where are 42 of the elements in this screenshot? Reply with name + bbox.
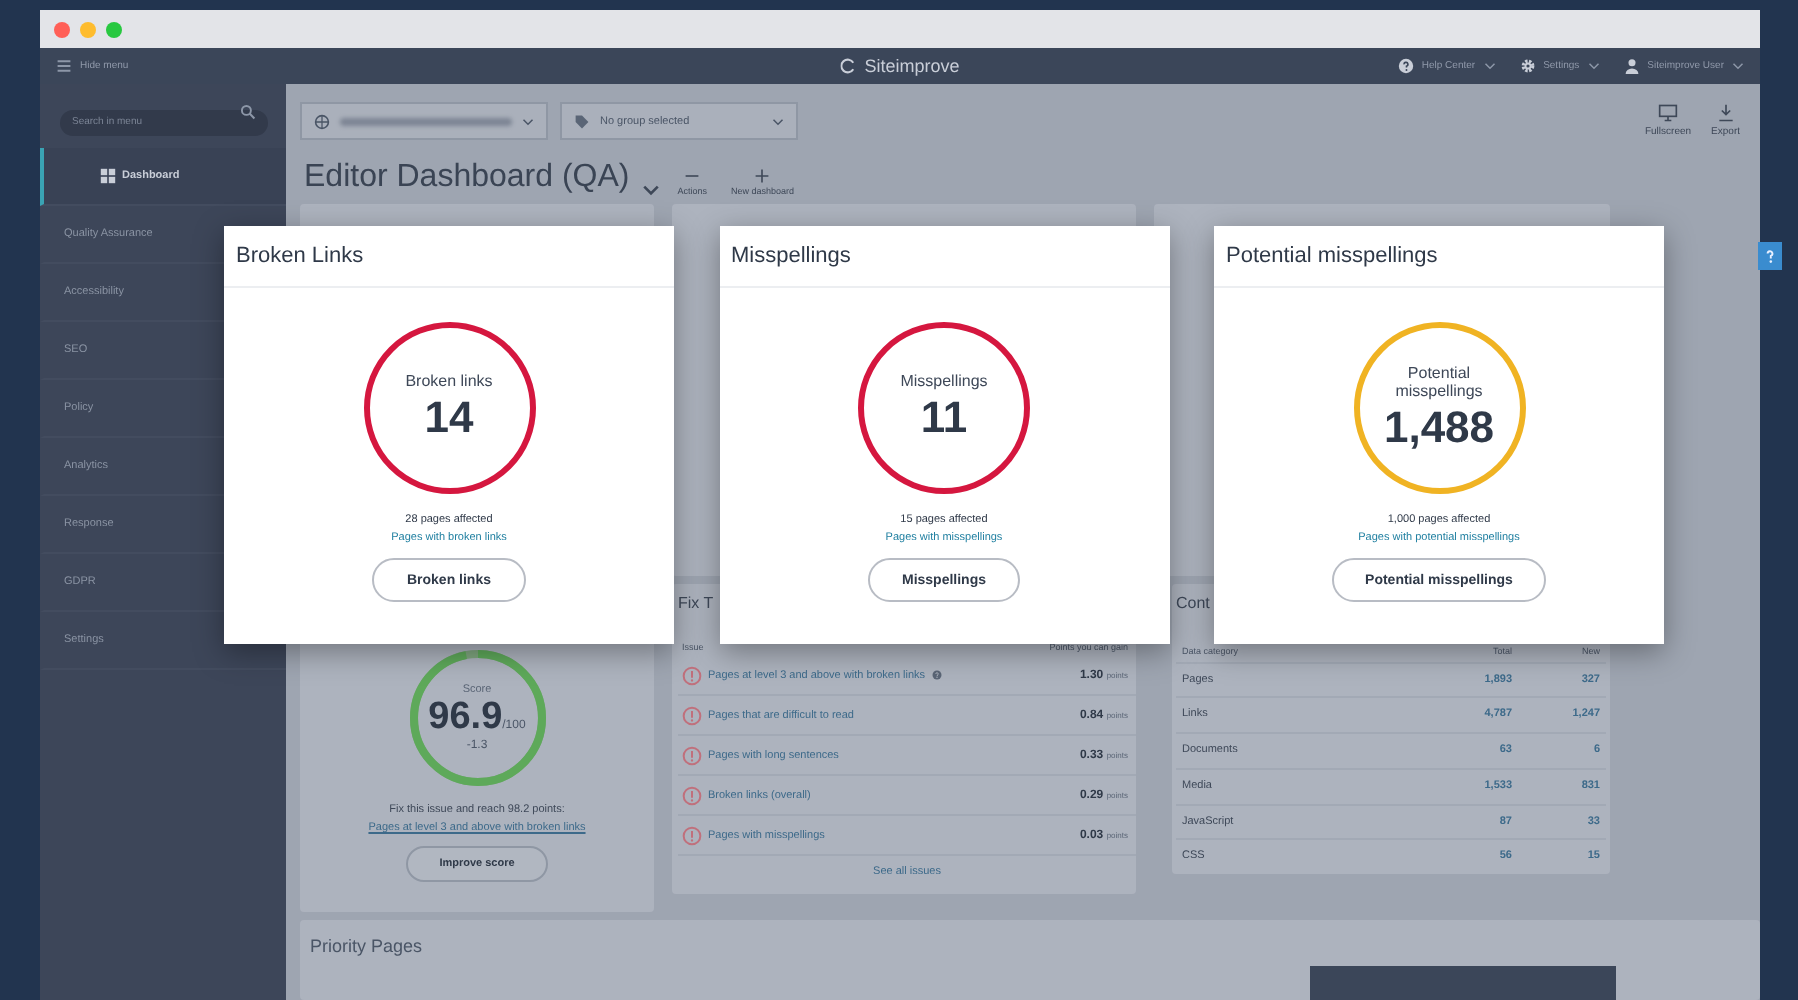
chevron-icon	[1587, 62, 1600, 70]
logo-text: Siteimprove	[864, 56, 960, 76]
metric-value: 14	[424, 391, 474, 444]
warning-icon	[682, 745, 702, 766]
help-icon	[1397, 58, 1414, 74]
tag-icon	[574, 113, 590, 130]
metric-label: Potential misspellings	[1393, 363, 1485, 401]
window-control[interactable]	[106, 21, 122, 37]
metric-value: 1,488	[1383, 401, 1495, 453]
metric-value: 11	[920, 391, 968, 444]
logo-icon	[840, 58, 857, 74]
panel-title: Priority Pages	[310, 936, 423, 959]
dashboard-title: Editor Dashboard (QA)	[304, 160, 630, 197]
metric-label: Misspellings	[898, 372, 990, 392]
menu-icon[interactable]	[56, 58, 72, 74]
card-title: Potential misspellings	[1226, 244, 1438, 268]
dashboard-icon	[100, 168, 116, 184]
download-icon	[1715, 104, 1736, 123]
warning-icon	[682, 705, 702, 726]
globe-icon	[314, 113, 330, 130]
warning-icon	[682, 785, 702, 806]
help-icon[interactable]	[931, 670, 942, 681]
help-tab-icon[interactable]	[1758, 242, 1782, 270]
metric-label: Broken links	[403, 372, 495, 392]
user-icon	[1623, 58, 1640, 74]
search-icon	[240, 103, 256, 119]
chevron-icon	[1732, 62, 1744, 70]
warning-icon	[682, 825, 702, 846]
chevron-icon	[772, 117, 784, 126]
settings-icon	[1519, 58, 1536, 74]
panel-title: Fix T	[678, 592, 714, 617]
panel-title: Cont	[1176, 592, 1210, 617]
warning-icon	[682, 665, 702, 686]
monitor-icon	[1658, 104, 1678, 123]
score-value: 96.9	[428, 696, 503, 739]
chevron-icon[interactable]	[641, 184, 660, 197]
plus-icon	[754, 168, 771, 185]
card-title: Misspellings	[731, 244, 851, 268]
chevron-icon	[1483, 62, 1496, 70]
site-select[interactable]	[300, 102, 548, 141]
chevron-icon	[522, 117, 534, 126]
window-control[interactable]	[54, 21, 70, 37]
